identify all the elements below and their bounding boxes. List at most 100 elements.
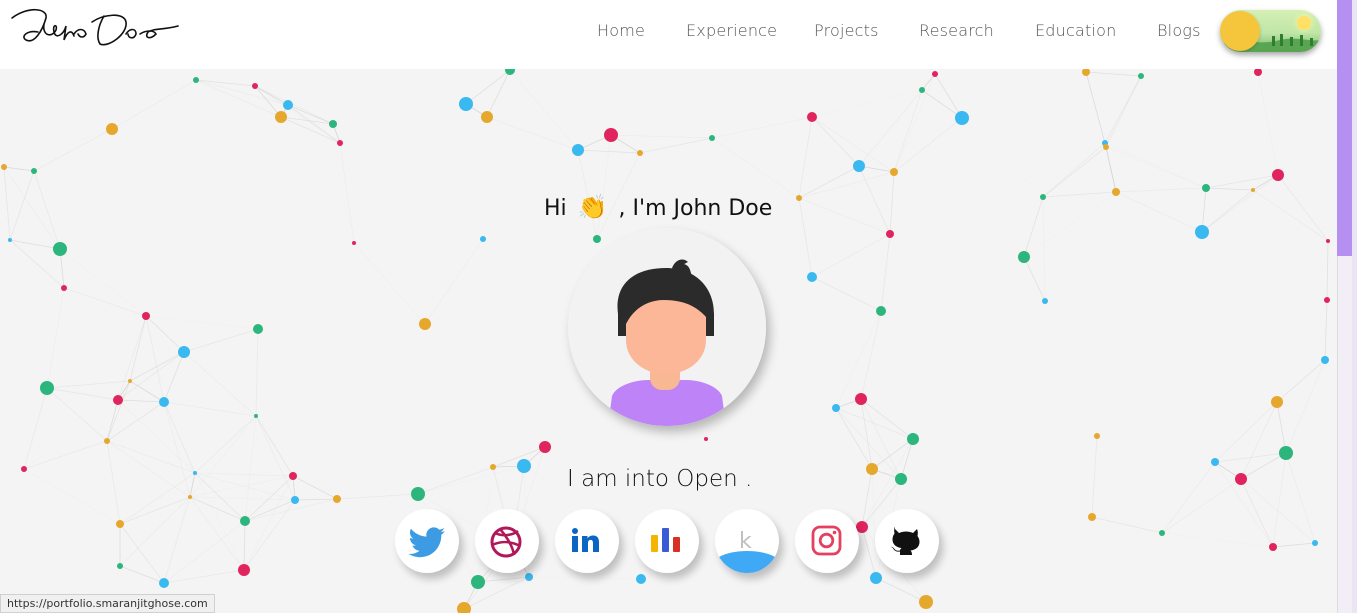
network-link (255, 415, 296, 501)
nav-education[interactable]: Education (1035, 21, 1116, 40)
network-link (1240, 478, 1316, 544)
network-node (807, 272, 817, 282)
instagram-link[interactable] (795, 509, 859, 573)
network-link (189, 496, 296, 501)
network-link (3, 128, 113, 168)
network-link (1276, 401, 1287, 454)
network-node (1094, 433, 1100, 439)
network-link (417, 466, 494, 495)
scrollbar-thumb[interactable] (1337, 0, 1352, 256)
network-link (1161, 478, 1242, 534)
sun-icon (1297, 16, 1311, 30)
network-node (1271, 396, 1283, 408)
network-node (159, 578, 169, 588)
network-link (1141, 72, 1258, 76)
network-link (835, 310, 882, 409)
toggle-knob[interactable] (1220, 11, 1260, 51)
network-node (1235, 473, 1247, 485)
network-node (832, 404, 840, 412)
network-link (46, 380, 131, 389)
network-node (459, 97, 473, 111)
network-node (866, 463, 878, 475)
dribbble-link[interactable] (475, 509, 539, 573)
network-node (709, 135, 715, 141)
network-node (411, 487, 425, 501)
network-link (164, 329, 258, 402)
network-node (1112, 188, 1120, 196)
network-link (1214, 401, 1278, 463)
nav-home[interactable]: Home (597, 21, 645, 40)
network-node (21, 466, 27, 472)
network-node (1211, 458, 1219, 466)
network-node (637, 150, 643, 156)
network-node (253, 324, 263, 334)
network-link (921, 89, 963, 119)
dribbble-icon (490, 526, 522, 558)
linkedin-link[interactable] (555, 509, 619, 573)
twitter-icon (408, 527, 445, 558)
network-node (604, 128, 618, 142)
kaggle-link[interactable]: k (715, 509, 779, 573)
network-node (1269, 543, 1277, 551)
signature-logo[interactable] (8, 4, 183, 50)
twitter-link[interactable] (395, 509, 459, 573)
network-link (798, 171, 895, 199)
network-node (252, 83, 258, 89)
network-node (1272, 169, 1284, 181)
network-link (1277, 174, 1329, 242)
nav-research[interactable]: Research (919, 21, 994, 40)
network-link (3, 166, 61, 250)
network-link (163, 569, 245, 584)
network-link (1161, 461, 1216, 534)
network-node (337, 140, 343, 146)
network-node (796, 195, 802, 201)
network-link (33, 128, 113, 172)
network-node (907, 433, 919, 445)
network-node (919, 595, 933, 609)
network-link (353, 242, 426, 325)
nav-blogs[interactable]: Blogs (1157, 21, 1201, 40)
network-node (1138, 73, 1144, 79)
network-node (142, 312, 150, 320)
network-link (860, 310, 882, 400)
network-node (870, 572, 882, 584)
network-link (893, 73, 936, 173)
network-link (244, 415, 257, 522)
network-node (31, 168, 37, 174)
scrollbar-track[interactable] (1337, 256, 1352, 613)
network-link (194, 415, 257, 474)
github-link[interactable] (875, 509, 939, 573)
network-link (195, 79, 289, 106)
network-link (163, 401, 196, 474)
network-node (1251, 188, 1255, 192)
network-link (1042, 191, 1117, 198)
network-link (875, 577, 927, 603)
status-bar-url: https://portfolio.smaranjitghose.com (0, 594, 215, 613)
network-link (243, 520, 246, 571)
network-node (283, 100, 293, 110)
hero-tagline: I am into Open . (567, 466, 753, 492)
network-link (811, 116, 860, 167)
top-navbar: Home Experience Projects Research Educat… (0, 0, 1337, 69)
network-node (113, 395, 123, 405)
analytics-link[interactable] (635, 509, 699, 573)
theme-toggle-switch[interactable] (1220, 10, 1321, 52)
network-node (1103, 144, 1109, 150)
network-link (961, 117, 1044, 198)
network-node (275, 111, 287, 123)
nav-projects[interactable]: Projects (814, 21, 879, 40)
svg-text:k: k (739, 529, 752, 554)
network-link (1042, 142, 1106, 198)
network-link (254, 85, 341, 144)
network-node (1202, 184, 1210, 192)
nav-experience[interactable]: Experience (686, 21, 777, 40)
network-link (9, 239, 61, 250)
network-node (890, 168, 898, 176)
network-link (119, 496, 191, 525)
network-node (40, 381, 54, 395)
avatar (568, 228, 766, 426)
network-link (1085, 71, 1107, 148)
network-node (333, 495, 341, 503)
network-link (106, 440, 121, 525)
network-link (1161, 532, 1274, 548)
